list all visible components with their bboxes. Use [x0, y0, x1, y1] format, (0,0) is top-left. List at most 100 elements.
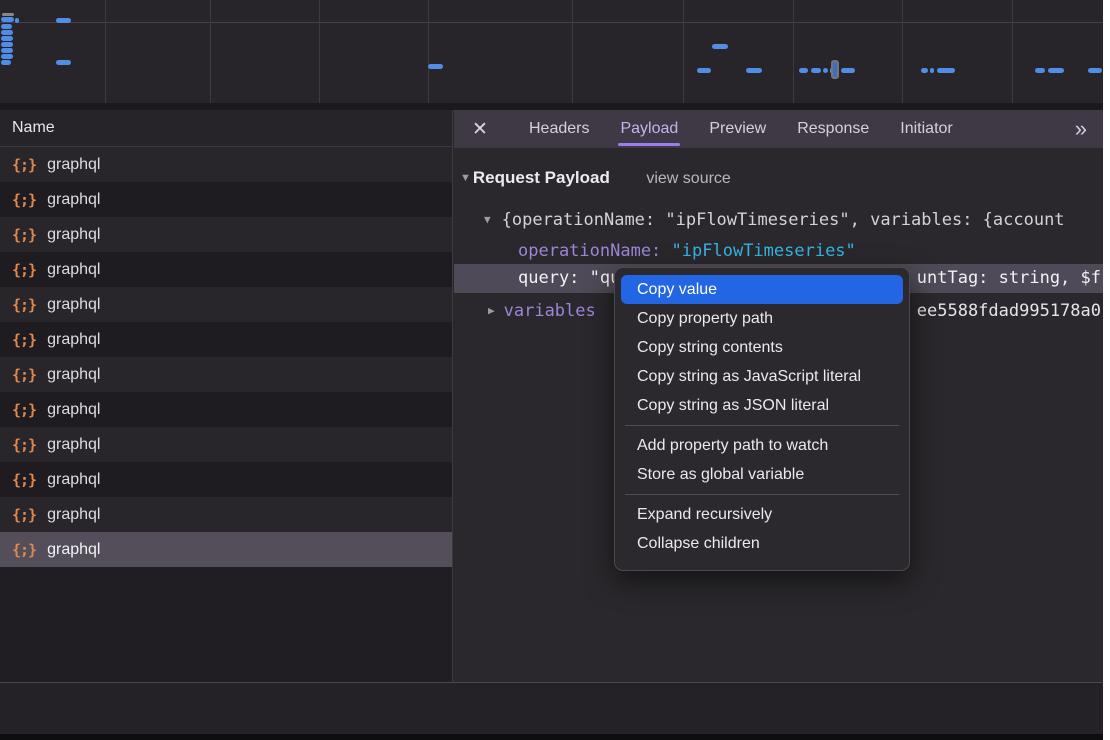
- tab-label: Headers: [529, 120, 589, 137]
- json-braces-icon: {;}: [12, 506, 36, 524]
- waterfall-bar: [1048, 68, 1064, 73]
- json-braces-icon: {;}: [12, 366, 36, 384]
- waterfall-bar: [1, 42, 13, 47]
- waterfall-bar: [1, 54, 13, 59]
- json-braces-icon: {;}: [12, 471, 36, 489]
- overview-gridline: [572, 0, 573, 103]
- payload-root-node[interactable]: ▼ {operationName: "ipFlowTimeseries", var…: [484, 206, 1065, 234]
- request-name-label: graphql: [47, 296, 100, 314]
- query-value-clipped-fragment: untTag: string, $f: [917, 264, 1101, 293]
- menu-item-collapse-children[interactable]: Collapse children: [615, 529, 909, 558]
- menu-item-store-as-global-variable[interactable]: Store as global variable: [615, 460, 909, 489]
- list-item[interactable]: {;} graphql: [0, 217, 452, 252]
- menu-item-expand-recursively[interactable]: Expand recursively: [615, 500, 909, 529]
- request-name-label: graphql: [47, 226, 100, 244]
- tab-label: Initiator: [900, 120, 952, 137]
- waterfall-bar: [56, 18, 71, 23]
- expand-triangle-icon[interactable]: ▼: [484, 206, 491, 234]
- waterfall-bar: [921, 68, 928, 73]
- menu-item-copy-value[interactable]: Copy value: [621, 275, 903, 304]
- waterfall-bar: [428, 64, 443, 69]
- menu-item-copy-string-as-json-literal[interactable]: Copy string as JSON literal: [615, 391, 909, 420]
- section-title: Request Payload: [473, 168, 610, 187]
- overview-gridline: [1012, 0, 1013, 103]
- list-item[interactable]: {;}graphql: [0, 147, 452, 182]
- request-name-label: graphql: [47, 506, 100, 524]
- overview-gridline: [105, 0, 106, 103]
- menu-separator: [625, 494, 899, 495]
- more-tabs-icon[interactable]: »: [1075, 116, 1103, 142]
- waterfall-bar: [1, 36, 13, 41]
- list-item[interactable]: {;} graphql: [0, 357, 452, 392]
- network-overview-strip[interactable]: [0, 0, 1103, 103]
- column-header-name[interactable]: Name: [0, 110, 452, 147]
- json-braces-icon: {;}: [12, 261, 36, 279]
- waterfall-bar: [1, 17, 14, 22]
- waterfall-bar: [841, 68, 855, 73]
- request-payload-section[interactable]: ▼Request Payload view source: [460, 165, 731, 191]
- context-menu: Copy valueCopy property pathCopy string …: [614, 267, 910, 571]
- tab-payload[interactable]: Payload: [620, 110, 678, 148]
- json-braces-icon: {;}: [12, 156, 36, 174]
- menu-item-copy-string-contents[interactable]: Copy string contents: [615, 333, 909, 362]
- overview-gridline: [902, 0, 903, 103]
- list-item[interactable]: {;}graphql: [0, 252, 452, 287]
- waterfall-bar: [697, 68, 711, 73]
- waterfall-bar: [1035, 68, 1045, 73]
- menu-item-copy-property-path[interactable]: Copy property path: [615, 304, 909, 333]
- tab-label: Payload: [620, 120, 678, 137]
- property-key: variables: [504, 301, 596, 321]
- window-bottom-edge: [0, 734, 1103, 740]
- list-item[interactable]: {;} graphql: [0, 497, 452, 532]
- json-braces-icon: {;}: [12, 436, 36, 454]
- list-item[interactable]: {;}graphql: [0, 532, 452, 567]
- collapse-triangle-icon[interactable]: ▼: [460, 165, 471, 191]
- view-source-link[interactable]: view source: [646, 170, 730, 187]
- waterfall-bar: [15, 18, 19, 23]
- variables-value-clipped-fragment: ee5588fdad995178a0: [917, 297, 1101, 325]
- waterfall-bar: [1, 24, 12, 29]
- property-key: operationName:: [518, 241, 661, 261]
- json-braces-icon: {;}: [12, 401, 36, 419]
- close-icon[interactable]: ✕: [472, 118, 498, 141]
- request-name-label: graphql: [47, 366, 100, 384]
- json-braces-icon: {;}: [12, 191, 36, 209]
- request-name-label: graphql: [47, 436, 100, 454]
- detail-tab-bar: ✕ Headers Payload Preview Response Initiator…: [454, 110, 1103, 148]
- list-item[interactable]: {;} graphql: [0, 462, 452, 497]
- payload-operation-name-row[interactable]: operationName: "ipFlowTimeseries": [518, 237, 856, 265]
- waterfall-bar: [1, 48, 13, 53]
- property-key-and-value: query: "qu: [518, 268, 620, 288]
- tab-response[interactable]: Response: [797, 110, 869, 148]
- overview-gridline: [793, 0, 794, 103]
- overview-gridline: [428, 0, 429, 103]
- menu-item-copy-string-as-javascript-literal[interactable]: Copy string as JavaScript literal: [615, 362, 909, 391]
- waterfall-bar: [937, 68, 955, 73]
- tab-headers[interactable]: Headers: [529, 110, 589, 148]
- request-name-label: graphql: [47, 471, 100, 489]
- overview-label-chip: [2, 13, 14, 16]
- list-item[interactable]: {;} graphql: [0, 287, 452, 322]
- request-name-label: graphql: [47, 331, 100, 349]
- tab-initiator[interactable]: Initiator: [900, 110, 952, 148]
- payload-root-preview: {operationName: "ipFlowTimeseries", vari…: [502, 210, 1065, 230]
- json-braces-icon: {;}: [12, 296, 36, 314]
- property-value: "ipFlowTimeseries": [672, 241, 856, 261]
- waterfall-bar: [712, 44, 728, 49]
- active-tab-underline: [618, 143, 680, 146]
- column-header-label: Name: [12, 119, 55, 136]
- overview-gridline-horizontal: [0, 22, 1103, 23]
- overview-gridline: [683, 0, 684, 103]
- tab-preview[interactable]: Preview: [709, 110, 766, 148]
- expand-triangle-icon[interactable]: ▶: [488, 297, 495, 325]
- list-item[interactable]: {;}graphql: [0, 182, 452, 217]
- tab-label: Response: [797, 120, 869, 137]
- menu-item-add-property-path-to-watch[interactable]: Add property path to watch: [615, 431, 909, 460]
- request-name-label: graphql: [47, 541, 100, 559]
- json-braces-icon: {;}: [12, 226, 36, 244]
- list-item[interactable]: {;}graphql: [0, 322, 452, 357]
- list-item[interactable]: {;}graphql: [0, 392, 452, 427]
- summary-bar: [0, 683, 1103, 734]
- waterfall-bar: [1, 60, 11, 65]
- list-item[interactable]: {;} graphql: [0, 427, 452, 462]
